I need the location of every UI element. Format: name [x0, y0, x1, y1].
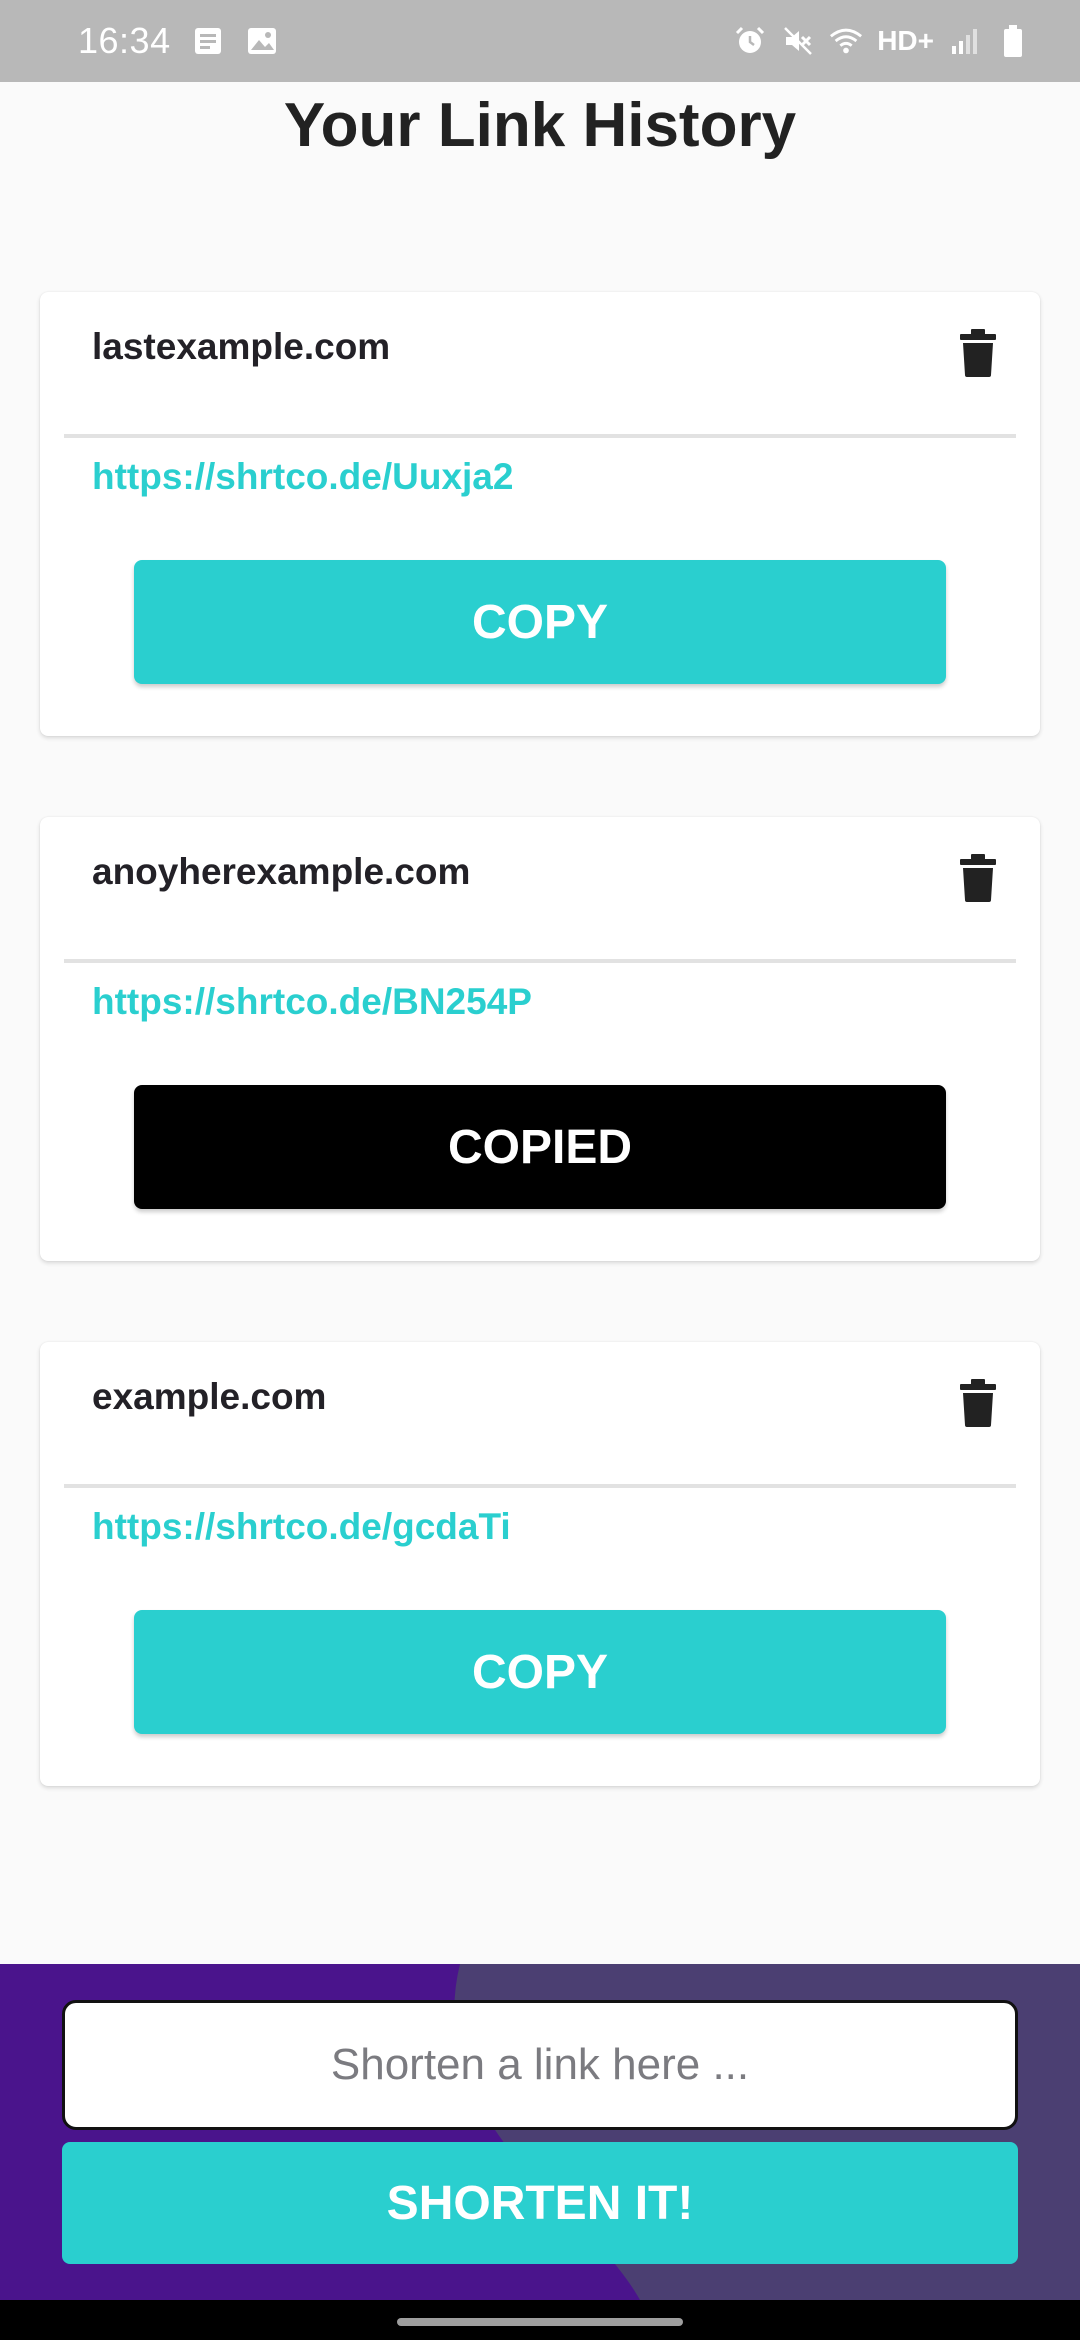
original-link: example.com — [92, 1376, 327, 1417]
home-handle[interactable] — [397, 2318, 683, 2326]
trash-icon[interactable] — [958, 328, 998, 378]
image-icon — [245, 24, 279, 58]
card-divider — [64, 434, 1016, 438]
alarm-icon — [733, 24, 767, 58]
short-link[interactable]: https://shrtco.de/gcdaTi — [92, 1506, 511, 1548]
trash-icon[interactable] — [958, 853, 998, 903]
wifi-icon — [829, 24, 863, 58]
card-divider — [64, 1484, 1016, 1488]
status-left: 16:34 — [78, 20, 279, 62]
copy-button[interactable]: COPY — [134, 1610, 946, 1734]
card-divider — [64, 959, 1016, 963]
status-right: HD+ — [733, 24, 1030, 58]
notes-icon — [191, 24, 225, 58]
link-card: lastexample.com https://shrtco.de/Uuxja2… — [40, 292, 1040, 736]
network-label: HD+ — [877, 25, 934, 56]
shorten-panel: SHORTEN IT! — [0, 1964, 1080, 2300]
page-title: Your Link History — [283, 91, 797, 160]
copy-button[interactable]: COPY — [134, 560, 946, 684]
copied-button[interactable]: COPIED — [134, 1085, 946, 1209]
trash-icon[interactable] — [958, 1378, 998, 1428]
link-card: anoyherexample.com https://shrtco.de/BN2… — [40, 817, 1040, 1261]
original-link: anoyherexample.com — [92, 851, 471, 892]
status-bar: 16:34 HD+ — [0, 0, 1080, 82]
shorten-button[interactable]: SHORTEN IT! — [62, 2142, 1018, 2264]
battery-icon — [996, 24, 1030, 58]
signal-icon — [948, 24, 982, 58]
link-input[interactable] — [62, 2000, 1018, 2130]
short-link[interactable]: https://shrtco.de/BN254P — [92, 981, 532, 1023]
original-link: lastexample.com — [92, 326, 391, 367]
link-card: example.com https://shrtco.de/gcdaTi COP… — [40, 1342, 1040, 1786]
mute-icon — [781, 24, 815, 58]
status-time: 16:34 — [78, 20, 171, 61]
navigation-bar — [0, 2300, 1080, 2340]
short-link[interactable]: https://shrtco.de/Uuxja2 — [92, 456, 513, 498]
